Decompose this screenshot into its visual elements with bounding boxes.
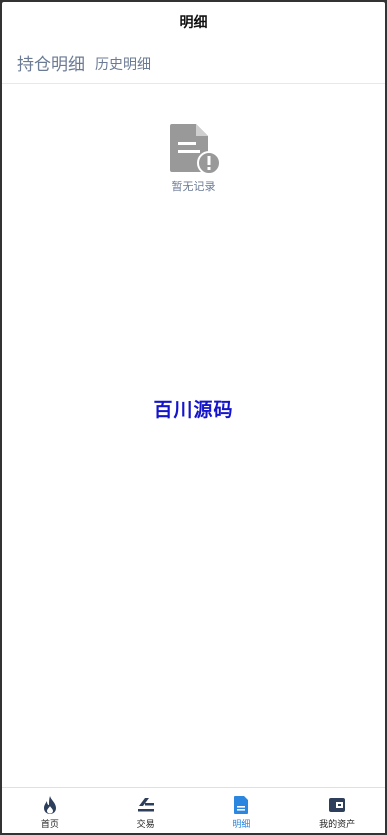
trade-icon (137, 798, 154, 812)
detail-tabs: 持仓明细 历史明细 (2, 42, 385, 84)
tabbar-item-home[interactable]: 首页 (2, 788, 98, 833)
tabbar-label-trade: 交易 (136, 820, 155, 830)
tabbar-item-detail[interactable]: 明细 (194, 788, 290, 833)
top-header: 明细 (2, 2, 385, 42)
empty-state: 暂无记录 (2, 122, 385, 194)
tabbar-item-trade[interactable]: 交易 (98, 788, 194, 833)
app-screen: 明细 持仓明细 历史明细 暂无记录 百川源码 首页 交易 明细 我的资产 (2, 2, 385, 833)
tabbar-label-assets: 我的资产 (319, 820, 356, 830)
tab-history-detail[interactable]: 历史明细 (95, 54, 151, 74)
document-warning-icon (169, 124, 221, 175)
watermark-text: 百川源码 (153, 399, 234, 421)
empty-state-label: 暂无记录 (171, 180, 216, 193)
wallet-icon (329, 798, 346, 812)
page-title: 明细 (179, 15, 208, 31)
document-icon (234, 796, 249, 814)
tab-holdings-detail[interactable]: 持仓明细 (17, 50, 85, 75)
tabbar-label-home: 首页 (40, 820, 59, 830)
bottom-tab-bar: 首页 交易 明细 我的资产 (2, 787, 385, 833)
tabbar-item-assets[interactable]: 我的资产 (289, 788, 385, 833)
tabbar-label-detail: 明细 (232, 820, 251, 830)
flame-icon (43, 796, 56, 814)
